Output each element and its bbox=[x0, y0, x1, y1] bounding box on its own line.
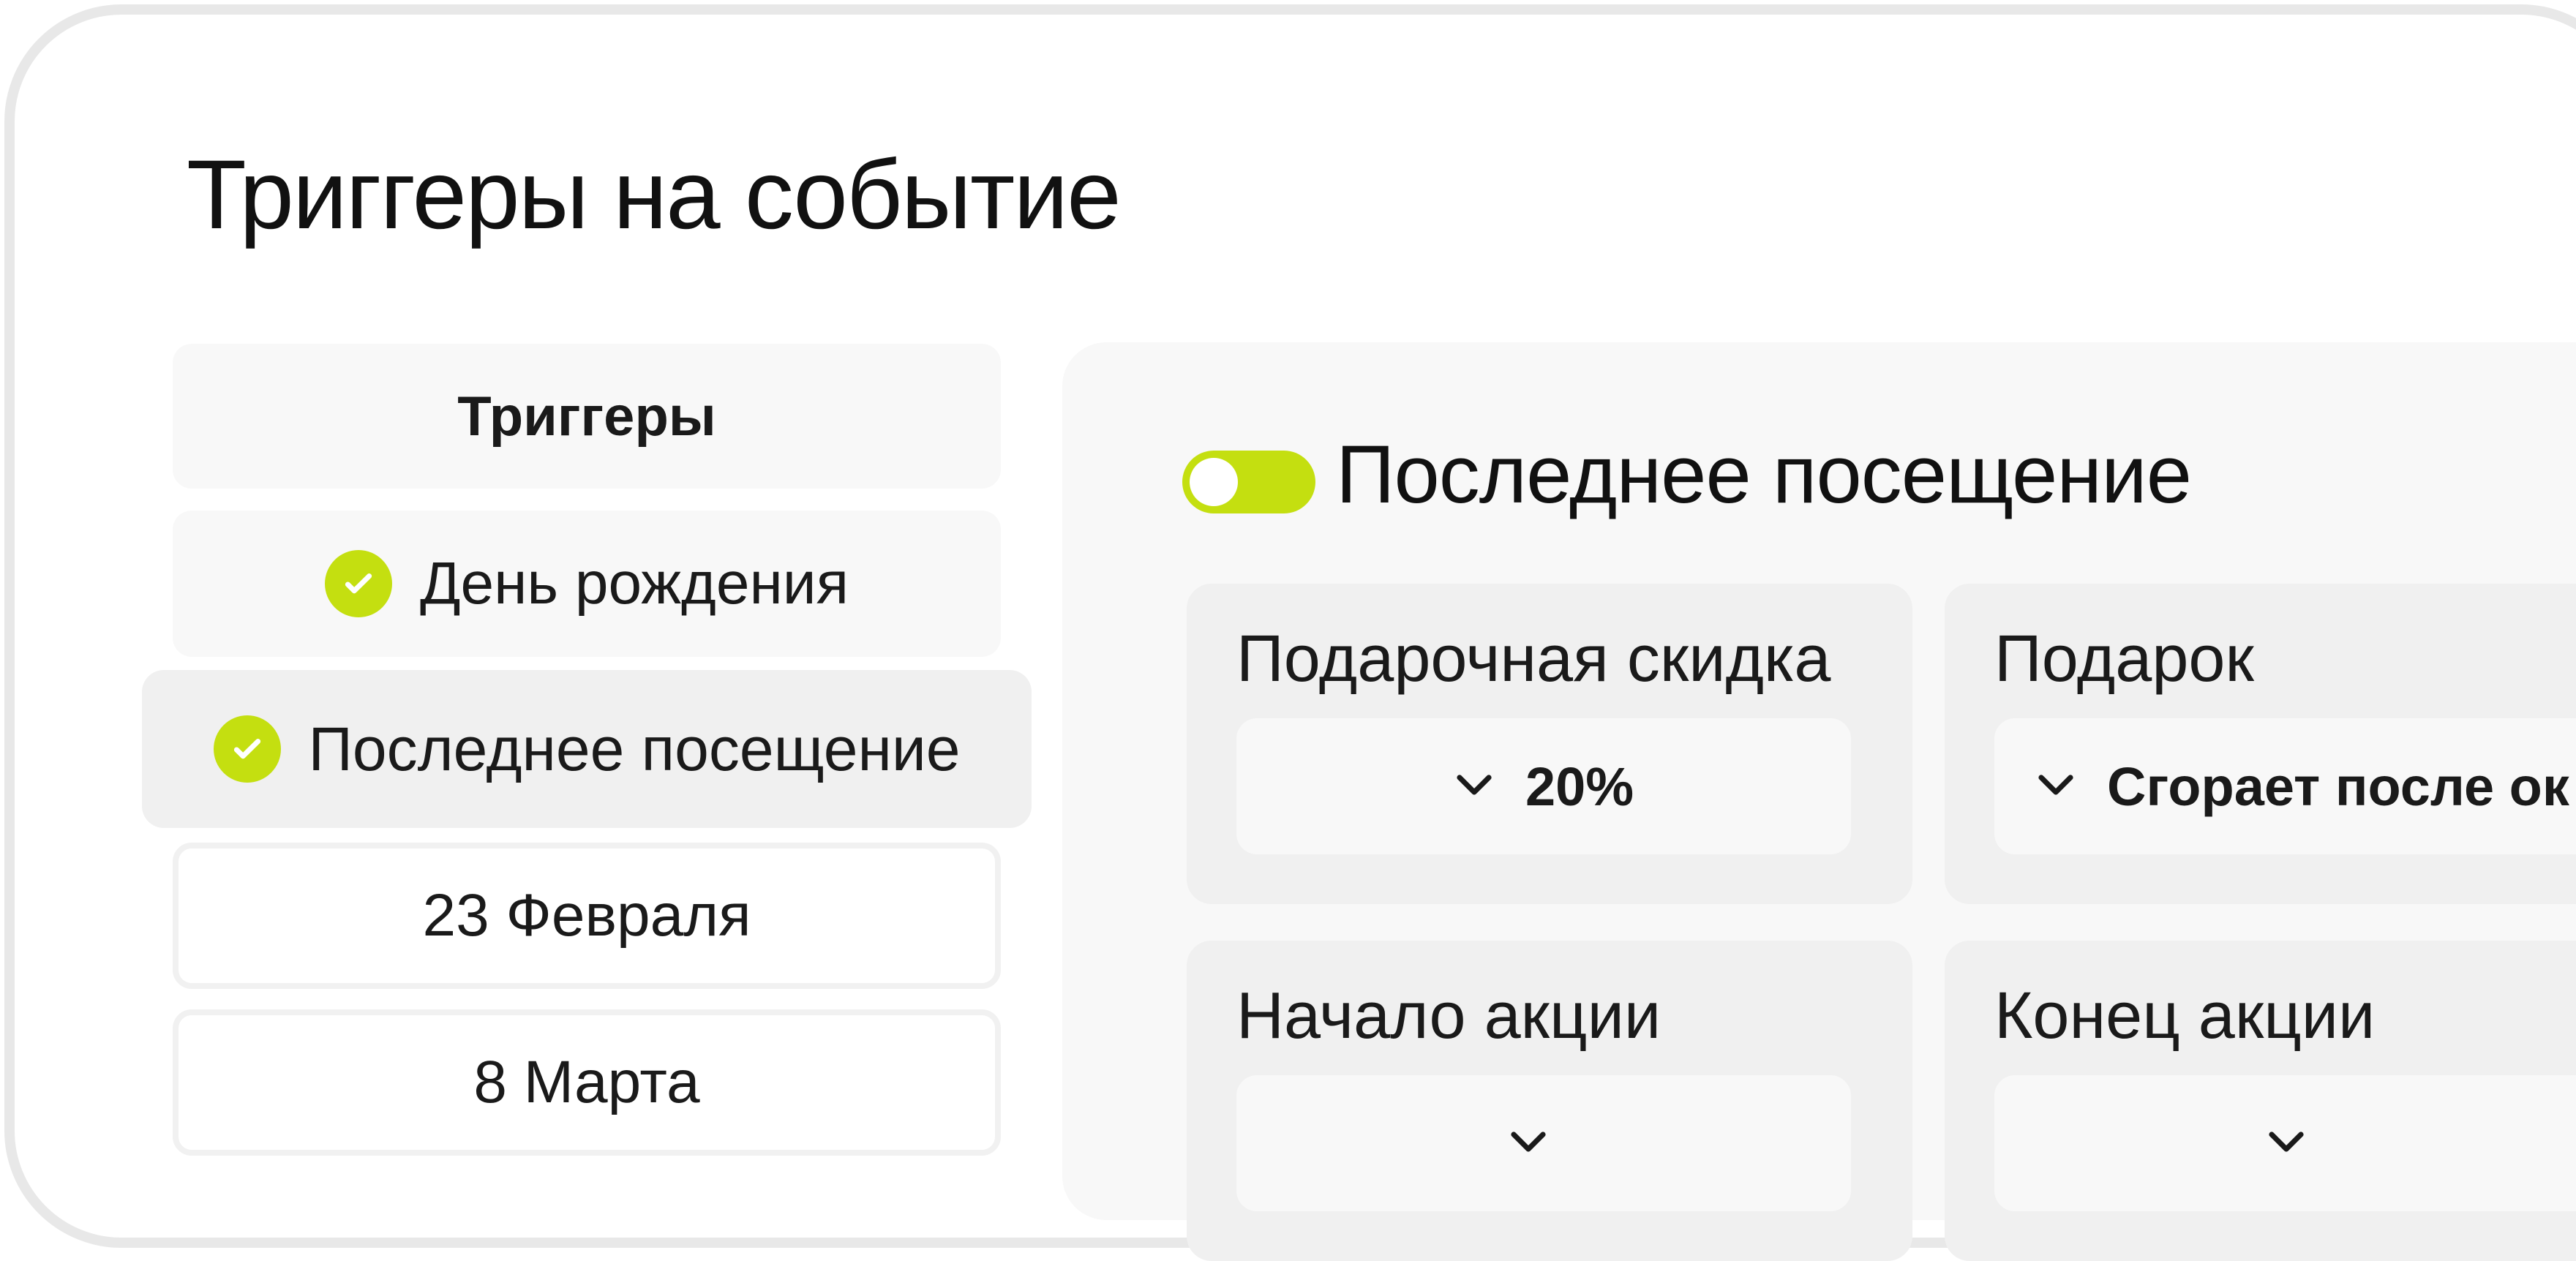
trigger-item-march-8[interactable]: 8 Марта bbox=[173, 1009, 1001, 1156]
trigger-item-label: Последнее посещение bbox=[308, 714, 961, 783]
gift-discount-select[interactable]: 20% bbox=[1236, 718, 1851, 854]
check-circle-icon bbox=[213, 715, 281, 783]
promo-start-card: Начало акции bbox=[1187, 941, 1912, 1261]
select-value: 20% bbox=[1525, 756, 1634, 817]
chevron-down-icon bbox=[1457, 775, 1492, 795]
chevron-down-icon bbox=[2038, 775, 2073, 795]
card-label: Конец акции bbox=[1994, 979, 2376, 1053]
trigger-item-birthday[interactable]: День рождения bbox=[173, 511, 1001, 657]
trigger-item-last-visit[interactable]: Последнее посещение bbox=[142, 670, 1032, 828]
promo-start-select[interactable] bbox=[1236, 1075, 1851, 1211]
chevron-down-icon bbox=[2269, 1132, 2304, 1152]
trigger-item-label: 23 Февраля bbox=[422, 882, 751, 949]
check-circle-icon bbox=[324, 550, 392, 617]
trigger-item-label: День рождения bbox=[419, 550, 849, 617]
trigger-enable-toggle[interactable] bbox=[1182, 451, 1315, 513]
toggle-knob bbox=[1190, 458, 1238, 506]
card-label: Подарок bbox=[1994, 622, 2254, 696]
promo-end-select[interactable] bbox=[1994, 1075, 2576, 1211]
gift-discount-card: Подарочная скидка 20% bbox=[1187, 584, 1912, 904]
trigger-menu-header-label: Триггеры bbox=[457, 385, 716, 448]
card-label: Подарочная скидка bbox=[1236, 622, 1831, 696]
trigger-item-label: 8 Марта bbox=[473, 1049, 700, 1115]
select-value: Сгорает после ок bbox=[2107, 756, 2569, 817]
card-label: Начало акции bbox=[1236, 979, 1661, 1053]
chevron-down-icon bbox=[1511, 1132, 1546, 1152]
trigger-menu-header: Триггеры bbox=[173, 344, 1001, 489]
page-title: Триггеры на событие bbox=[187, 140, 1122, 249]
promo-end-card: Конец акции bbox=[1945, 941, 2576, 1261]
gift-card: Подарок Сгорает после ок bbox=[1945, 584, 2576, 904]
gift-select[interactable]: Сгорает после ок bbox=[1994, 718, 2576, 854]
panel-title: Последнее посещение bbox=[1336, 429, 2192, 520]
trigger-item-feb-23[interactable]: 23 Февраля bbox=[173, 843, 1001, 989]
